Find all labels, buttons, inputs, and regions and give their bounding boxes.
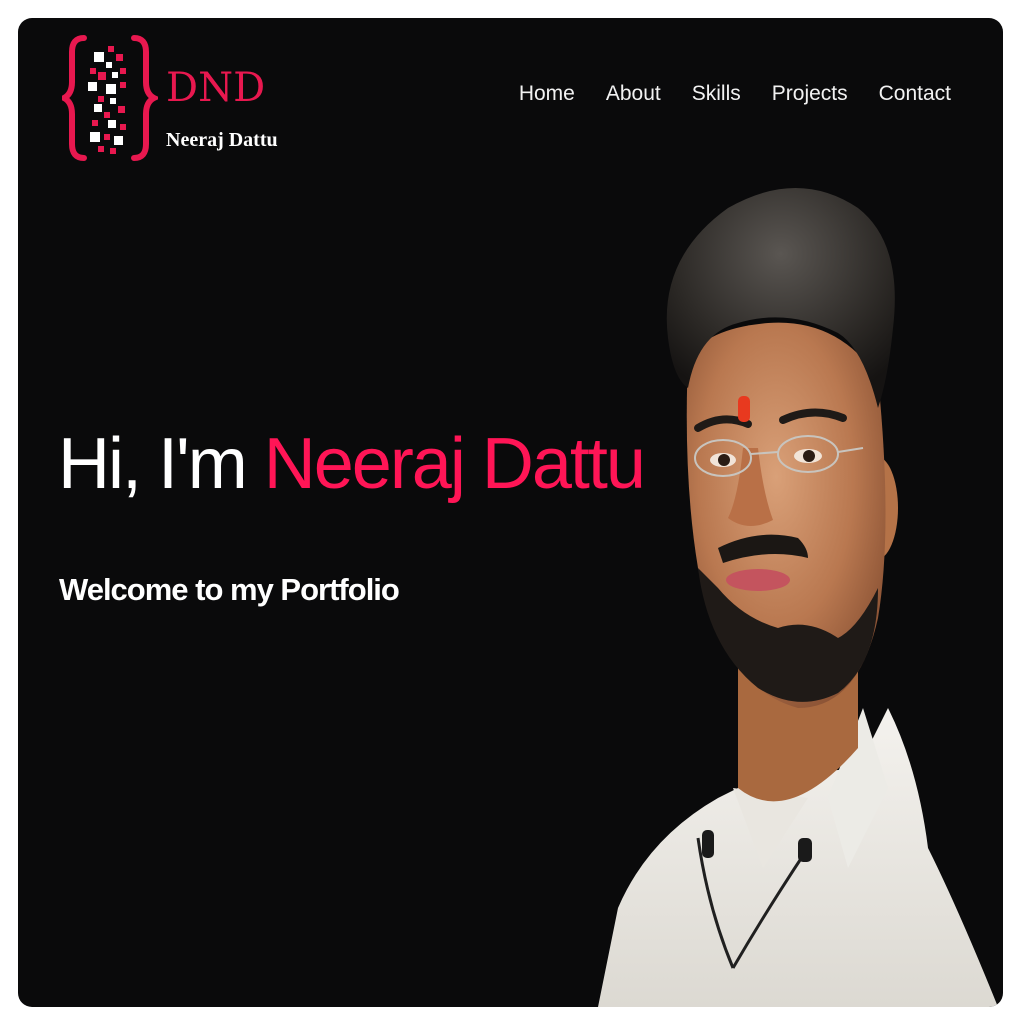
- brand-logo[interactable]: DND Neeraj Dattu: [62, 32, 278, 168]
- nav-link-contact[interactable]: Contact: [879, 82, 951, 106]
- hero-title: Hi, I'm Neeraj Dattu: [58, 428, 646, 500]
- main-nav: Home About Skills Projects Contact: [519, 82, 951, 106]
- hero-subtitle: Welcome to my Portfolio: [59, 572, 400, 607]
- brand-name: Neeraj Dattu: [166, 129, 278, 151]
- hero-greeting: Hi, I'm: [58, 424, 264, 504]
- code-brackets-pixel-icon: [62, 35, 158, 161]
- page-frame: DND Neeraj Dattu Home About Skills Proje…: [18, 18, 1003, 1007]
- nav-link-about[interactable]: About: [606, 82, 661, 106]
- brand-abbr: DND: [166, 65, 266, 111]
- nav-link-skills[interactable]: Skills: [692, 82, 741, 106]
- nav-link-projects[interactable]: Projects: [772, 82, 848, 106]
- profile-photo: [598, 188, 998, 1007]
- nav-link-home[interactable]: Home: [519, 82, 575, 106]
